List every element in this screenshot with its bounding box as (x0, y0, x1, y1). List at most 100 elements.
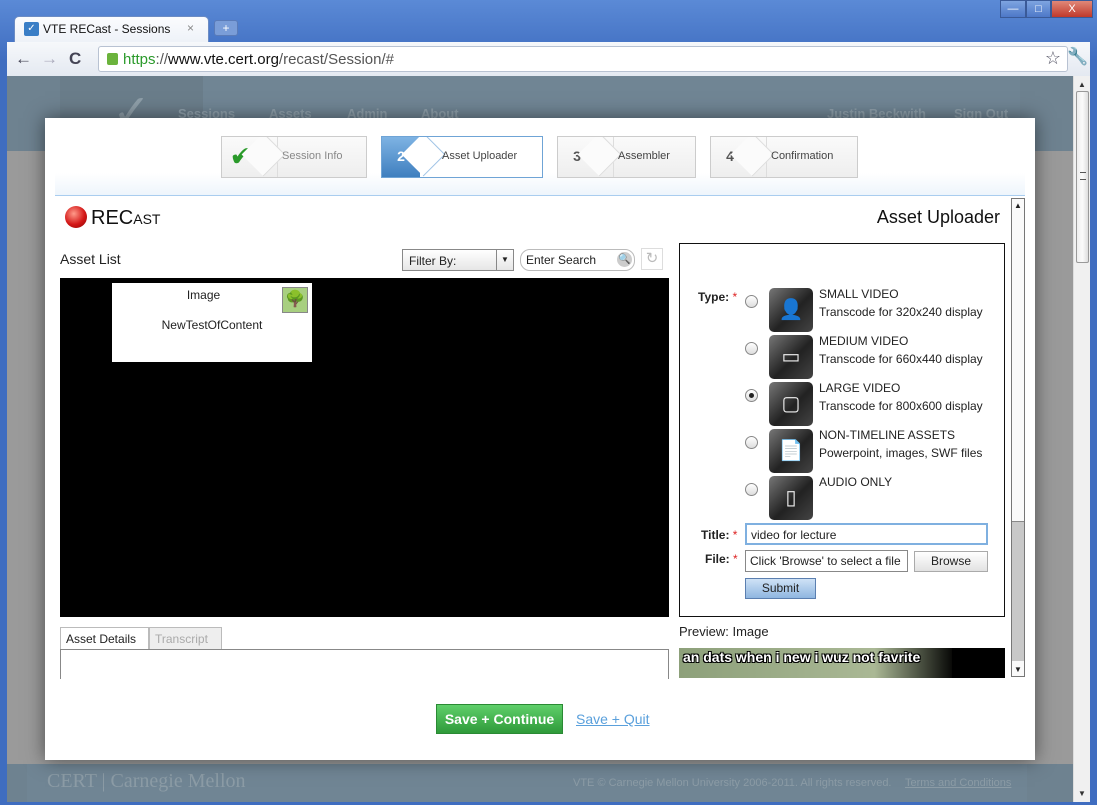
search-input[interactable]: Enter Search 🔍 (520, 249, 635, 271)
required-marker: * (732, 528, 738, 542)
scroll-down-icon[interactable]: ▼ (1078, 789, 1086, 798)
step-label: Session Info (282, 150, 343, 162)
logo-text-small: AST (133, 211, 161, 227)
save-continue-button[interactable]: Save + Continue (436, 704, 563, 734)
url-scheme: https (123, 51, 156, 68)
cmu-logo: CERT | Carnegie Mellon (47, 770, 246, 792)
required-marker: * (732, 290, 738, 304)
option-name: LARGE VIDEO (819, 381, 901, 395)
chevron-icon (578, 137, 614, 177)
wizard-steps: ✔ Session Info 2 Asset Uploader 3 Assemb… (55, 118, 1025, 196)
type-label: Type: * (698, 290, 737, 304)
whiteboard-icon: ▭ (769, 335, 813, 379)
close-window-button[interactable]: X (1051, 0, 1093, 18)
option-non-timeline[interactable]: 📄 NON-TIMELINE ASSETS Powerpoint, images… (744, 428, 1004, 474)
scroll-thumb[interactable] (1012, 521, 1024, 661)
tab-strip: ✓ VTE RECast - Sessions × + — □ X (0, 0, 1097, 42)
session-modal: ✔ Session Info 2 Asset Uploader 3 Assemb… (45, 118, 1035, 760)
url-sep: :// (155, 51, 169, 68)
back-icon[interactable]: ← (15, 49, 32, 69)
scroll-up-icon[interactable]: ▲ (1078, 80, 1086, 89)
copyright-text: VTE © Carnegie Mellon University 2006-20… (573, 777, 892, 789)
terms-link[interactable]: Terms and Conditions (905, 777, 1011, 789)
site-footer: CERT | Carnegie Mellon VTE © Carnegie Me… (7, 764, 1073, 802)
asset-name: NewTestOfContent (161, 318, 263, 332)
presenter-icon: 👤 (769, 288, 813, 332)
browser-tab[interactable]: ✓ VTE RECast - Sessions × (14, 16, 209, 42)
option-large-video[interactable]: ▢ LARGE VIDEO Transcode for 800x600 disp… (744, 381, 1004, 427)
submit-button[interactable]: Submit (745, 578, 816, 599)
filter-label: Filter By: (409, 254, 457, 268)
search-placeholder: Enter Search (526, 253, 597, 267)
step-confirmation[interactable]: 4 Confirmation (710, 136, 858, 178)
document-icon: 📄 (769, 429, 813, 473)
asset-list-title: Asset List (60, 251, 121, 267)
tree-thumbnail-icon: 🌳 (282, 287, 308, 313)
asset-list-panel: Image NewTestOfContent 🌳 (60, 278, 669, 617)
option-small-video[interactable]: 👤 SMALL VIDEO Transcode for 320x240 disp… (744, 287, 1004, 333)
new-tab-button[interactable]: + (214, 20, 238, 36)
screen-presenter-icon: ▢ (769, 382, 813, 426)
maximize-button[interactable]: □ (1026, 0, 1051, 18)
option-desc: Transcode for 800x600 display (819, 399, 983, 413)
browse-button[interactable]: Browse (914, 551, 988, 572)
chevron-icon (402, 137, 438, 177)
file-input[interactable]: Click 'Browse' to select a file (745, 550, 908, 572)
step-asset-uploader[interactable]: 2 Asset Uploader (381, 136, 543, 178)
scroll-thumb[interactable] (1076, 91, 1089, 263)
logo-text: REC (91, 207, 134, 229)
preview-image: an dats when i new i wuz not favrite (679, 648, 1005, 678)
minimize-button[interactable]: — (1000, 0, 1026, 18)
required-marker: * (733, 552, 738, 566)
preview-caption: an dats when i new i wuz not favrite (683, 649, 921, 665)
radio-audio-only[interactable] (745, 483, 758, 496)
browser-window: ✓ VTE RECast - Sessions × + — □ X ← → C … (0, 0, 1097, 805)
recast-logo: RECAST (65, 206, 160, 230)
grip-icon (1080, 172, 1086, 180)
step-assembler[interactable]: 3 Assembler (557, 136, 696, 178)
modal-scrollbar[interactable]: ▲ ▼ (1011, 198, 1025, 677)
asset-type: Image (186, 288, 221, 302)
reload-icon[interactable]: C (69, 49, 81, 69)
step-session-info[interactable]: ✔ Session Info (221, 136, 367, 178)
title-input[interactable]: video for lecture (745, 523, 988, 545)
asset-card[interactable]: Image NewTestOfContent 🌳 (112, 283, 312, 362)
address-bar[interactable]: https://www.vte.cert.org/recast/Session/… (98, 46, 1068, 72)
url-host: www.vte.cert.org (168, 51, 279, 68)
save-quit-link[interactable]: Save + Quit (576, 711, 650, 727)
type-label-text: Type: (698, 290, 730, 304)
forward-icon[interactable]: → (41, 49, 58, 69)
title-label: Title: * (701, 528, 737, 542)
option-medium-video[interactable]: ▭ MEDIUM VIDEO Transcode for 660x440 dis… (744, 334, 1004, 380)
radio-large-video[interactable] (745, 389, 758, 402)
option-desc: Powerpoint, images, SWF files (819, 446, 983, 460)
step-label: Assembler (618, 150, 670, 162)
bookmark-star-icon[interactable]: ☆ (1045, 48, 1061, 69)
scroll-down-icon[interactable]: ▼ (1014, 665, 1022, 674)
page-scrollbar[interactable]: ▲ ▼ (1073, 76, 1090, 802)
tab-asset-details[interactable]: Asset Details (60, 627, 149, 649)
preview-label: Preview: Image (679, 624, 769, 639)
step-label: Asset Uploader (442, 150, 518, 162)
favicon-icon: ✓ (24, 22, 39, 36)
scroll-up-icon[interactable]: ▲ (1014, 201, 1022, 210)
wrench-icon[interactable]: 🔧 (1067, 47, 1088, 67)
chevron-down-icon[interactable]: ▼ (496, 250, 513, 270)
close-tab-icon[interactable]: × (187, 21, 194, 35)
chevron-icon (731, 137, 767, 177)
lock-icon (107, 53, 118, 65)
option-audio-only[interactable]: ▯ AUDIO ONLY (744, 475, 1004, 521)
option-name: AUDIO ONLY (819, 475, 893, 489)
radio-small-video[interactable] (745, 295, 758, 308)
url-path: /recast/Session/# (278, 51, 394, 68)
filter-select[interactable]: Filter By: ▼ (402, 249, 514, 271)
search-icon[interactable]: 🔍 (617, 252, 632, 267)
asset-details-panel (60, 649, 669, 679)
tab-transcript[interactable]: Transcript (149, 627, 222, 649)
title-label-text: Title: (701, 528, 730, 542)
refresh-icon[interactable]: ↻ (641, 248, 663, 270)
radio-non-timeline[interactable] (745, 436, 758, 449)
file-label-text: File: (705, 552, 730, 566)
radio-medium-video[interactable] (745, 342, 758, 355)
record-ball-icon (65, 206, 87, 228)
